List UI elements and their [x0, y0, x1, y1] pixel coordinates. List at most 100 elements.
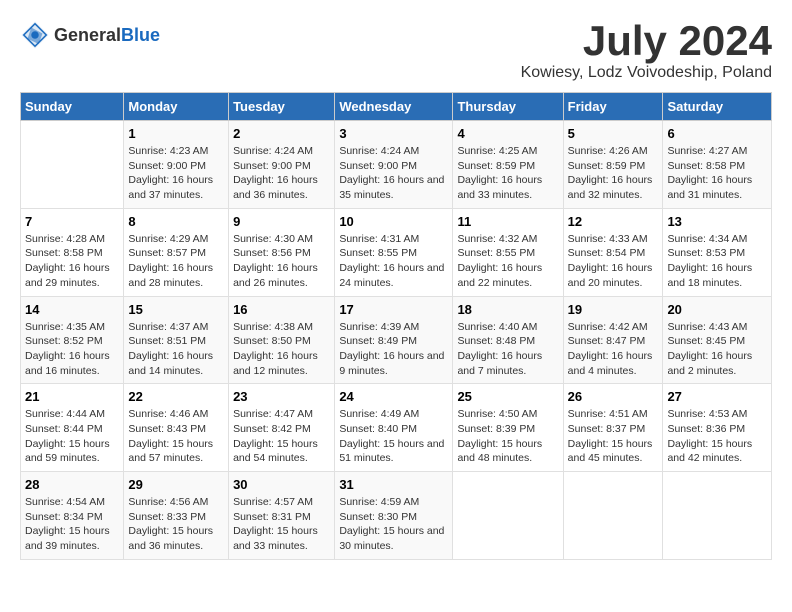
calendar-cell: 17 Sunrise: 4:39 AM Sunset: 8:49 PM Dayli… [335, 296, 453, 384]
calendar-cell [563, 472, 663, 560]
cell-sun-info: Sunrise: 4:47 AM Sunset: 8:42 PM Dayligh… [233, 407, 330, 466]
calendar-cell: 11 Sunrise: 4:32 AM Sunset: 8:55 PM Dayli… [453, 208, 563, 296]
cell-sun-info: Sunrise: 4:33 AM Sunset: 8:54 PM Dayligh… [568, 232, 659, 291]
cell-sun-info: Sunrise: 4:43 AM Sunset: 8:45 PM Dayligh… [667, 320, 767, 379]
calendar-week-row: 1Sunrise: 4:23 AM Sunset: 9:00 PM Daylig… [21, 121, 772, 209]
cell-date-number: 28 [25, 477, 119, 492]
cell-date-number: 17 [339, 302, 448, 317]
cell-sun-info: Sunrise: 4:34 AM Sunset: 8:53 PM Dayligh… [667, 232, 767, 291]
calendar-cell: 8 Sunrise: 4:29 AM Sunset: 8:57 PM Daylig… [124, 208, 229, 296]
cell-sun-info: Sunrise: 4:38 AM Sunset: 8:50 PM Dayligh… [233, 320, 330, 379]
cell-sun-info: Sunrise: 4:31 AM Sunset: 8:55 PM Dayligh… [339, 232, 448, 291]
calendar-cell: 20 Sunrise: 4:43 AM Sunset: 8:45 PM Dayli… [663, 296, 772, 384]
cell-date-number: 9 [233, 214, 330, 229]
cell-date-number: 19 [568, 302, 659, 317]
cell-date-number: 13 [667, 214, 767, 229]
cell-date-number: 6 [667, 126, 767, 141]
calendar-cell: 22 Sunrise: 4:46 AM Sunset: 8:43 PM Dayli… [124, 384, 229, 472]
cell-date-number: 8 [128, 214, 224, 229]
cell-sun-info: Sunrise: 4:40 AM Sunset: 8:48 PM Dayligh… [457, 320, 558, 379]
calendar-cell: 31 Sunrise: 4:59 AM Sunset: 8:30 PM Dayli… [335, 472, 453, 560]
cell-sun-info: Sunrise: 4:53 AM Sunset: 8:36 PM Dayligh… [667, 407, 767, 466]
calendar-cell: 12 Sunrise: 4:33 AM Sunset: 8:54 PM Dayli… [563, 208, 663, 296]
calendar-cell: 30Sunrise: 4:57 AM Sunset: 8:31 PM Dayli… [229, 472, 335, 560]
calendar-cell: 21 Sunrise: 4:44 AM Sunset: 8:44 PM Dayli… [21, 384, 124, 472]
cell-sun-info: Sunrise: 4:32 AM Sunset: 8:55 PM Dayligh… [457, 232, 558, 291]
day-header-wednesday: Wednesday [335, 93, 453, 121]
cell-sun-info: Sunrise: 4:57 AM Sunset: 8:31 PM Dayligh… [233, 495, 330, 554]
calendar-cell: 24 Sunrise: 4:49 AM Sunset: 8:40 PM Dayli… [335, 384, 453, 472]
calendar-cell: 19 Sunrise: 4:42 AM Sunset: 8:47 PM Dayli… [563, 296, 663, 384]
cell-sun-info: Sunrise: 4:49 AM Sunset: 8:40 PM Dayligh… [339, 407, 448, 466]
cell-date-number: 27 [667, 389, 767, 404]
location-subtitle: Kowiesy, Lodz Voivodeship, Poland [521, 64, 772, 82]
cell-sun-info: Sunrise: 4:42 AM Sunset: 8:47 PM Dayligh… [568, 320, 659, 379]
cell-date-number: 22 [128, 389, 224, 404]
calendar-cell: 26Sunrise: 4:51 AM Sunset: 8:37 PM Dayli… [563, 384, 663, 472]
day-header-thursday: Thursday [453, 93, 563, 121]
calendar-cell: 14 Sunrise: 4:35 AM Sunset: 8:52 PM Dayli… [21, 296, 124, 384]
day-header-sunday: Sunday [21, 93, 124, 121]
calendar-cell: 5Sunrise: 4:26 AM Sunset: 8:59 PM Daylig… [563, 121, 663, 209]
calendar-cell: 6Sunrise: 4:27 AM Sunset: 8:58 PM Daylig… [663, 121, 772, 209]
month-year-title: July 2024 [521, 20, 772, 62]
cell-date-number: 12 [568, 214, 659, 229]
calendar-cell: 7 Sunrise: 4:28 AM Sunset: 8:58 PM Daylig… [21, 208, 124, 296]
cell-sun-info: Sunrise: 4:51 AM Sunset: 8:37 PM Dayligh… [568, 407, 659, 466]
calendar-cell: 28 Sunrise: 4:54 AM Sunset: 8:34 PM Dayli… [21, 472, 124, 560]
calendar-cell [453, 472, 563, 560]
cell-sun-info: Sunrise: 4:37 AM Sunset: 8:51 PM Dayligh… [128, 320, 224, 379]
cell-sun-info: Sunrise: 4:54 AM Sunset: 8:34 PM Dayligh… [25, 495, 119, 554]
cell-sun-info: Sunrise: 4:25 AM Sunset: 8:59 PM Dayligh… [457, 144, 558, 203]
calendar-cell [663, 472, 772, 560]
calendar-cell: 13 Sunrise: 4:34 AM Sunset: 8:53 PM Dayli… [663, 208, 772, 296]
calendar-cell [21, 121, 124, 209]
calendar-cell: 29 Sunrise: 4:56 AM Sunset: 8:33 PM Dayli… [124, 472, 229, 560]
cell-sun-info: Sunrise: 4:28 AM Sunset: 8:58 PM Dayligh… [25, 232, 119, 291]
day-header-friday: Friday [563, 93, 663, 121]
logo-icon [20, 20, 50, 50]
day-header-tuesday: Tuesday [229, 93, 335, 121]
cell-date-number: 4 [457, 126, 558, 141]
cell-sun-info: Sunrise: 4:26 AM Sunset: 8:59 PM Dayligh… [568, 144, 659, 203]
calendar-cell: 23Sunrise: 4:47 AM Sunset: 8:42 PM Dayli… [229, 384, 335, 472]
calendar-cell: 27 Sunrise: 4:53 AM Sunset: 8:36 PM Dayli… [663, 384, 772, 472]
cell-date-number: 16 [233, 302, 330, 317]
cell-date-number: 31 [339, 477, 448, 492]
logo-blue-text: Blue [121, 25, 160, 46]
calendar-cell: 4 Sunrise: 4:25 AM Sunset: 8:59 PM Daylig… [453, 121, 563, 209]
cell-date-number: 7 [25, 214, 119, 229]
cell-sun-info: Sunrise: 4:23 AM Sunset: 9:00 PM Dayligh… [128, 144, 224, 203]
calendar-header-row: SundayMondayTuesdayWednesdayThursdayFrid… [21, 93, 772, 121]
cell-date-number: 24 [339, 389, 448, 404]
calendar-cell: 18 Sunrise: 4:40 AM Sunset: 8:48 PM Dayli… [453, 296, 563, 384]
calendar-week-row: 28 Sunrise: 4:54 AM Sunset: 8:34 PM Dayli… [21, 472, 772, 560]
cell-sun-info: Sunrise: 4:24 AM Sunset: 9:00 PM Dayligh… [339, 144, 448, 203]
calendar-cell: 25 Sunrise: 4:50 AM Sunset: 8:39 PM Dayli… [453, 384, 563, 472]
title-section: July 2024 Kowiesy, Lodz Voivodeship, Pol… [521, 20, 772, 82]
calendar-week-row: 7 Sunrise: 4:28 AM Sunset: 8:58 PM Daylig… [21, 208, 772, 296]
cell-date-number: 25 [457, 389, 558, 404]
cell-sun-info: Sunrise: 4:35 AM Sunset: 8:52 PM Dayligh… [25, 320, 119, 379]
cell-sun-info: Sunrise: 4:50 AM Sunset: 8:39 PM Dayligh… [457, 407, 558, 466]
calendar-cell: 10Sunrise: 4:31 AM Sunset: 8:55 PM Dayli… [335, 208, 453, 296]
cell-sun-info: Sunrise: 4:46 AM Sunset: 8:43 PM Dayligh… [128, 407, 224, 466]
cell-date-number: 11 [457, 214, 558, 229]
logo-general-text: General [54, 25, 121, 46]
cell-date-number: 18 [457, 302, 558, 317]
cell-sun-info: Sunrise: 4:39 AM Sunset: 8:49 PM Dayligh… [339, 320, 448, 379]
cell-sun-info: Sunrise: 4:24 AM Sunset: 9:00 PM Dayligh… [233, 144, 330, 203]
cell-date-number: 21 [25, 389, 119, 404]
calendar-cell: 2Sunrise: 4:24 AM Sunset: 9:00 PM Daylig… [229, 121, 335, 209]
cell-date-number: 29 [128, 477, 224, 492]
cell-date-number: 15 [128, 302, 224, 317]
cell-date-number: 20 [667, 302, 767, 317]
cell-sun-info: Sunrise: 4:44 AM Sunset: 8:44 PM Dayligh… [25, 407, 119, 466]
cell-sun-info: Sunrise: 4:56 AM Sunset: 8:33 PM Dayligh… [128, 495, 224, 554]
cell-sun-info: Sunrise: 4:29 AM Sunset: 8:57 PM Dayligh… [128, 232, 224, 291]
calendar-cell: 1Sunrise: 4:23 AM Sunset: 9:00 PM Daylig… [124, 121, 229, 209]
calendar-table: SundayMondayTuesdayWednesdayThursdayFrid… [20, 92, 772, 560]
cell-sun-info: Sunrise: 4:59 AM Sunset: 8:30 PM Dayligh… [339, 495, 448, 554]
calendar-cell: 9Sunrise: 4:30 AM Sunset: 8:56 PM Daylig… [229, 208, 335, 296]
cell-date-number: 14 [25, 302, 119, 317]
